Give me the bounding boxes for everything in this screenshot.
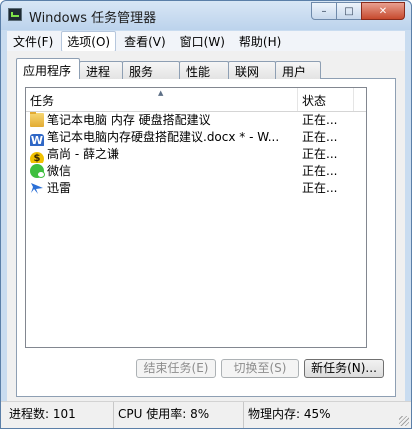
menu-options[interactable]: 选项(O) (61, 30, 117, 52)
task-manager-window: Windows 任务管理器 – □ ✕ 文件(F) 选项(O) 查看(V) 窗口… (0, 0, 412, 429)
minimize-button[interactable]: – (311, 2, 337, 20)
task-name: 微信 (47, 164, 72, 178)
column-header-status[interactable]: 状态 (298, 88, 354, 111)
task-name: 笔记本电脑内存硬盘搭配建议.docx * - W... (47, 130, 280, 144)
sort-ascending-icon: ▲ (158, 89, 164, 97)
gaosheng-icon: $ (30, 152, 44, 163)
switch-to-button[interactable]: 切换至(S) (221, 359, 299, 378)
tab-users[interactable]: 用户 (275, 61, 322, 79)
window-title: Windows 任务管理器 (29, 11, 157, 26)
list-item[interactable]: 笔记本电脑 内存 硬盘搭配建议 正在... (26, 112, 366, 129)
task-cell: 笔记本电脑 内存 硬盘搭配建议 (30, 112, 296, 129)
task-cell: 微信 (30, 163, 296, 180)
menu-view[interactable]: 查看(V) (118, 31, 172, 52)
menu-help[interactable]: 帮助(H) (233, 31, 287, 52)
end-task-button[interactable]: 结束任务(E) (136, 359, 216, 378)
maximize-icon: □ (344, 5, 354, 17)
wechat-icon (30, 164, 45, 178)
new-task-button[interactable]: 新任务(N)... (304, 359, 384, 378)
thunder-icon (30, 181, 44, 195)
applications-list[interactable]: 任务 ▲ 状态 笔记本电脑 内存 硬盘搭配建议 正在... W 笔记本电脑内存硬盘… (25, 87, 367, 348)
task-name: 笔记本电脑 内存 硬盘搭配建议 (47, 113, 211, 127)
task-cell: 迅雷 (30, 180, 296, 197)
task-manager-icon (8, 8, 22, 21)
status-cell: 正在... (302, 130, 338, 144)
minimize-icon: – (321, 5, 327, 17)
physical-memory: 物理内存: 45% (243, 402, 403, 428)
process-count: 进程数: 101 (9, 407, 76, 421)
maximize-button[interactable]: □ (336, 2, 362, 20)
task-name: 迅雷 (47, 181, 72, 195)
close-button[interactable]: ✕ (361, 2, 405, 20)
status-cell: 正在... (302, 181, 338, 195)
tab-networking[interactable]: 联网 (228, 61, 277, 79)
title-bar[interactable]: Windows 任务管理器 – □ ✕ (1, 1, 411, 30)
list-item[interactable]: W 笔记本电脑内存硬盘搭配建议.docx * - W... 正在... (26, 129, 366, 146)
close-icon: ✕ (378, 5, 388, 17)
status-cell: 正在... (302, 164, 338, 178)
tab-processes[interactable]: 进程 (79, 61, 124, 79)
list-item[interactable]: 微信 正在... (26, 163, 366, 180)
list-header: 任务 ▲ 状态 (26, 88, 366, 112)
status-cell: 正在... (302, 113, 338, 127)
status-bar: 进程数: 101 CPU 使用率: 8% 物理内存: 45% (1, 401, 411, 428)
menu-bar: 文件(F) 选项(O) 查看(V) 窗口(W) 帮助(H) (7, 30, 405, 52)
tab-applications[interactable]: 应用程序 (16, 58, 81, 79)
resize-grip-icon[interactable] (399, 416, 409, 426)
task-name: 高尚 - 薛之谦 (47, 147, 119, 161)
status-cell: 正在... (302, 147, 338, 161)
folder-icon (30, 112, 44, 127)
list-item[interactable]: 迅雷 正在... (26, 180, 366, 197)
menu-window[interactable]: 窗口(W) (174, 31, 231, 52)
client-area: 应用程序 进程 服务 性能 联网 用户 任务 ▲ 状态 笔记本电脑 内存 硬盘搭… (7, 51, 405, 402)
caption-buttons: – □ ✕ (311, 2, 405, 21)
tab-services[interactable]: 服务 (122, 61, 181, 79)
list-rows: 笔记本电脑 内存 硬盘搭配建议 正在... W 笔记本电脑内存硬盘搭配建议.doc… (26, 112, 366, 197)
list-item[interactable]: $ 高尚 - 薛之谦 正在... (26, 146, 366, 163)
task-cell: $ 高尚 - 薛之谦 (30, 146, 296, 163)
task-cell: W 笔记本电脑内存硬盘搭配建议.docx * - W... (30, 129, 296, 146)
wps-writer-icon: W (30, 134, 44, 146)
cpu-usage: CPU 使用率: 8% (113, 402, 239, 428)
menu-file[interactable]: 文件(F) (7, 31, 59, 52)
tab-performance[interactable]: 性能 (179, 61, 230, 79)
tab-strip: 应用程序 进程 服务 性能 联网 用户 (16, 57, 322, 79)
